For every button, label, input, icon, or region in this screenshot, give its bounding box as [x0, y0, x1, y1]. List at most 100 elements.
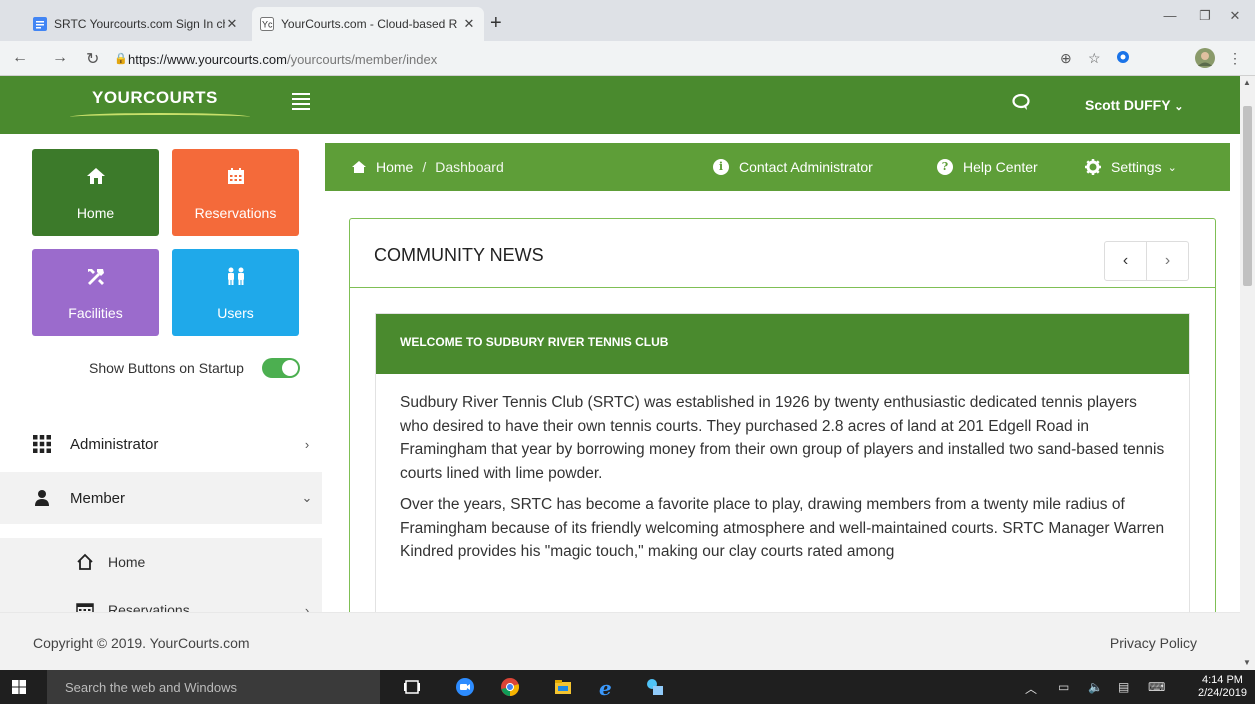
sidebar: Home Reservations Facilities Users Show … — [0, 134, 322, 612]
address-bar: ← → ↻ 🔒 https://www.yourcourts.com/yourc… — [0, 41, 1255, 76]
chevron-down-icon: ⌄ — [1174, 101, 1184, 113]
prev-news-button[interactable]: ‹ — [1105, 242, 1146, 280]
tile-reservations-button[interactable]: Reservations — [172, 149, 299, 236]
browser-tab[interactable]: SRTC Yourcourts.com Sign In che ✕ — [25, 7, 247, 41]
copyright-text: Copyright © 2019. YourCourts.com — [33, 635, 250, 651]
url-path: /yourcourts/member/index — [286, 52, 438, 67]
tools-icon — [87, 269, 104, 285]
bookmark-star-icon[interactable]: ☆ — [1088, 50, 1101, 67]
privacy-policy-link[interactable]: Privacy Policy — [1110, 635, 1197, 651]
users-icon — [227, 267, 244, 285]
tile-home-button[interactable]: Home — [32, 149, 159, 236]
app-icon[interactable] — [645, 677, 665, 697]
browser-menu-icon[interactable]: ⋮ — [1228, 50, 1242, 67]
browser-tab-active[interactable]: Yc YourCourts.com - Cloud-based R ✕ — [252, 7, 484, 41]
taskbar-search-input[interactable]: Search the web and Windows — [47, 670, 380, 704]
lock-icon: 🔒 — [114, 53, 128, 65]
taskbar-clock[interactable]: 4:14 PM 2/24/2019 — [1198, 674, 1247, 700]
contact-administrator-link[interactable]: i Contact Administrator — [713, 159, 873, 175]
svg-text:e: e — [599, 677, 612, 697]
main-content: Home / Dashboard i Contact Administrator… — [322, 134, 1240, 612]
tab-title: SRTC Yourcourts.com Sign In che — [54, 17, 225, 31]
news-title: COMMUNITY NEWS — [374, 245, 544, 265]
page-scrollbar[interactable]: ▲ ▼ — [1240, 76, 1255, 670]
close-window-icon[interactable]: ✕ — [1215, 8, 1255, 24]
form-favicon-icon — [33, 17, 47, 31]
breadcrumb-bar: Home / Dashboard i Contact Administrator… — [325, 143, 1230, 191]
scrollbar-thumb[interactable] — [1243, 106, 1252, 286]
battery-icon[interactable]: ▭ — [1058, 680, 1069, 694]
minimize-icon[interactable]: — — [1150, 8, 1190, 23]
contact-label: Contact Administrator — [739, 159, 873, 175]
new-tab-icon[interactable]: + — [490, 12, 502, 35]
task-view-icon[interactable] — [402, 677, 422, 697]
article-paragraph: Over the years, SRTC has become a favori… — [400, 496, 1165, 560]
startup-label: Show Buttons on Startup — [89, 360, 244, 376]
sidebar-subitem-label: Reservations — [108, 602, 190, 612]
yourcourts-favicon-icon: Yc — [260, 17, 274, 31]
help-label: Help Center — [963, 159, 1038, 175]
close-tab-icon[interactable]: ✕ — [462, 16, 476, 32]
tray-chevron-up-icon[interactable]: ︿ — [1025, 680, 1037, 697]
file-explorer-icon[interactable] — [553, 677, 573, 697]
sidebar-subitem-reservations[interactable]: Reservations › — [0, 586, 322, 612]
forward-icon[interactable]: → — [52, 49, 68, 67]
page-footer: Copyright © 2019. YourCourts.com Privacy… — [0, 612, 1240, 670]
zoom-icon[interactable]: ⊕ — [1060, 50, 1072, 67]
hamburger-menu-icon[interactable] — [292, 93, 310, 110]
tile-users-button[interactable]: Users — [172, 249, 299, 336]
article-title: WELCOME TO SUDBURY RIVER TENNIS CLUB — [376, 314, 1189, 374]
back-icon[interactable]: ← — [12, 49, 28, 67]
windows-taskbar: Search the web and Windows e ︿ ▭ 🔈 ▤ ⌨ 4… — [0, 670, 1255, 704]
windows-start-icon[interactable] — [12, 680, 26, 694]
help-center-link[interactable]: ? Help Center — [937, 159, 1038, 175]
breadcrumb-home-link[interactable]: Home — [376, 159, 413, 175]
info-icon: i — [713, 159, 729, 175]
keyboard-icon[interactable]: ⌨ — [1148, 680, 1165, 694]
article-paragraph: Sudbury River Tennis Club (SRTC) was est… — [400, 394, 1165, 482]
tab-title: YourCourts.com - Cloud-based R — [281, 17, 458, 31]
settings-menu[interactable]: Settings ⌄ — [1085, 159, 1177, 175]
yourcourts-logo[interactable]: YOURCOURTS — [92, 88, 218, 108]
close-tab-icon[interactable]: ✕ — [225, 16, 239, 32]
sidebar-item-member[interactable]: Member ⌄ — [0, 472, 322, 524]
home-icon — [86, 168, 105, 184]
extension-icon[interactable] — [1116, 50, 1130, 67]
show-buttons-toggle[interactable] — [262, 358, 300, 378]
news-pager: ‹ › — [1104, 241, 1189, 281]
calendar-icon — [76, 603, 94, 612]
clock-time: 4:14 PM — [1201, 674, 1243, 686]
tile-facilities-button[interactable]: Facilities — [32, 249, 159, 336]
article-body: Sudbury River Tennis Club (SRTC) was est… — [376, 374, 1189, 589]
sidebar-subitem-home[interactable]: Home — [0, 538, 322, 586]
edge-icon[interactable]: e — [598, 677, 618, 697]
grid-icon — [33, 435, 51, 453]
scroll-up-icon[interactable]: ▲ — [1243, 78, 1251, 87]
volume-icon[interactable]: 🔈 — [1088, 680, 1103, 694]
gear-icon — [1085, 159, 1101, 175]
chevron-down-icon: ⌄ — [301, 490, 313, 505]
chat-icon[interactable] — [1011, 92, 1031, 112]
app-header: YOURCOURTS Scott DUFFY ⌄ — [0, 76, 1240, 134]
sidebar-subitem-label: Home — [108, 554, 146, 570]
news-divider — [350, 287, 1215, 288]
sidebar-item-administrator[interactable]: Administrator › — [0, 418, 322, 470]
url-host: https://www.yourcourts.com — [128, 52, 287, 67]
user-menu[interactable]: Scott DUFFY ⌄ — [1085, 97, 1183, 113]
notifications-icon[interactable]: ▤ — [1118, 680, 1129, 694]
url-field[interactable]: https://www.yourcourts.com/yourcourts/me… — [128, 52, 437, 67]
settings-label: Settings — [1111, 159, 1162, 175]
scroll-down-icon[interactable]: ▼ — [1243, 658, 1251, 667]
zoom-app-icon[interactable] — [455, 677, 475, 697]
community-news-panel: COMMUNITY NEWS ‹ › WELCOME TO SUDBURY RI… — [349, 218, 1216, 612]
breadcrumb-separator: / — [422, 159, 427, 175]
chrome-icon[interactable] — [500, 677, 520, 697]
reload-icon[interactable]: ↻ — [86, 49, 99, 69]
clock-date: 2/24/2019 — [1198, 687, 1247, 699]
next-news-button[interactable]: › — [1146, 242, 1188, 280]
profile-avatar-icon[interactable] — [1195, 48, 1215, 71]
svg-text:Yc: Yc — [262, 20, 273, 30]
home-outline-icon — [77, 553, 93, 570]
tile-label: Home — [76, 205, 115, 221]
question-icon: ? — [937, 159, 953, 175]
